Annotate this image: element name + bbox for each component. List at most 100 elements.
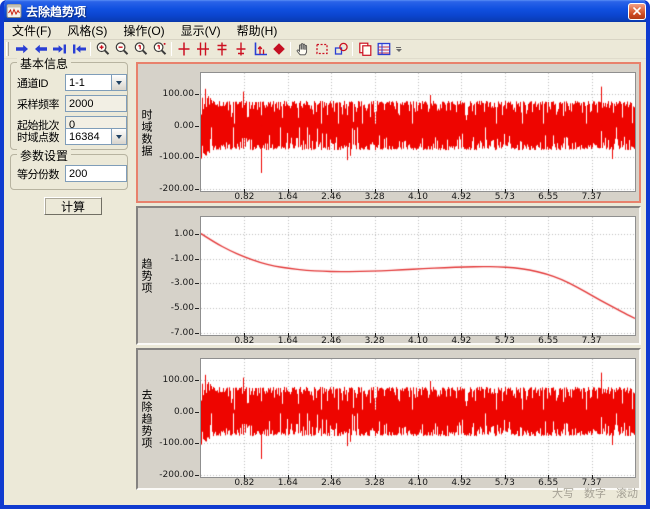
zoom-in-button[interactable] xyxy=(93,41,112,58)
zoom-out-icon xyxy=(114,41,130,57)
x-tick-label: 5.73 xyxy=(488,336,522,346)
y-tick-mark xyxy=(195,94,199,95)
time-points-dropdown-button[interactable] xyxy=(111,129,126,144)
close-icon xyxy=(631,5,643,17)
chart-time-domain[interactable]: 时域数据 0.821.642.463.284.104.925.736.557.3… xyxy=(136,62,641,203)
status-scroll: 滚动 xyxy=(616,485,638,501)
x-tick-label: 1.64 xyxy=(271,478,305,488)
copy-window-button[interactable] xyxy=(355,41,374,58)
field-channel-id: 通道ID 1-1 xyxy=(17,74,127,91)
marker-diamond-button[interactable] xyxy=(269,41,288,58)
app-window: 去除趋势项 文件(F) 风格(S) 操作(O) 显示(V) 帮助(H) xyxy=(0,0,650,509)
x-tick-label: 2.46 xyxy=(314,336,348,346)
pan-hand-button[interactable] xyxy=(293,41,312,58)
status-bar: 大写 数字 滚动 xyxy=(552,485,638,501)
time-points-label: 时域点数 xyxy=(17,129,65,145)
chevron-down-icon xyxy=(116,81,122,85)
close-button[interactable] xyxy=(628,3,646,20)
detrended-plot-area[interactable] xyxy=(200,358,636,478)
x-tick-mark xyxy=(418,189,419,193)
copy-window-icon xyxy=(357,41,373,57)
axis-setup-icon xyxy=(252,41,268,57)
x-tick-mark xyxy=(461,475,462,479)
x-tick-mark xyxy=(592,189,593,193)
select-region-button[interactable] xyxy=(331,41,350,58)
x-tick-mark xyxy=(461,189,462,193)
time-points-value: 16384 xyxy=(66,129,111,144)
chart-detrended[interactable]: 去除趋势项 0.821.642.463.284.104.925.736.557.… xyxy=(136,348,641,490)
zoom-out-button[interactable] xyxy=(112,41,131,58)
pan-hand-icon xyxy=(295,41,311,57)
nav-to-start-button[interactable] xyxy=(69,41,88,58)
y-tick-label: 100.00 xyxy=(148,375,194,385)
sample-rate-label: 采样频率 xyxy=(17,96,65,112)
channel-id-value: 1-1 xyxy=(66,75,111,90)
x-tick-mark xyxy=(505,475,506,479)
y-tick-mark xyxy=(195,157,199,158)
calculate-button[interactable]: 计算 xyxy=(44,197,102,215)
cursor-harmonic-button[interactable] xyxy=(212,41,231,58)
cursor-cross-button[interactable] xyxy=(174,41,193,58)
zoom-in-icon xyxy=(95,41,111,57)
sample-rate-field[interactable]: 2000 xyxy=(65,95,127,112)
cursor-delta-button[interactable] xyxy=(231,41,250,58)
y-tick-label: -1.00 xyxy=(148,254,194,264)
x-tick-mark xyxy=(548,475,549,479)
y-tick-label: 1.00 xyxy=(148,229,194,239)
report-view-icon xyxy=(376,41,392,57)
y-tick-mark xyxy=(195,126,199,127)
marker-diamond-icon xyxy=(271,41,287,57)
x-tick-label: 5.73 xyxy=(488,478,522,488)
y-tick-label: -200.00 xyxy=(148,184,194,194)
zoom-reset-x-button[interactable] xyxy=(131,41,150,58)
title-bar[interactable]: 去除趋势项 xyxy=(0,0,650,22)
x-tick-mark xyxy=(331,333,332,337)
y-tick-mark xyxy=(195,333,199,334)
divisions-input[interactable]: 200 xyxy=(65,165,127,182)
x-tick-label: 4.10 xyxy=(401,192,435,202)
status-caps: 大写 xyxy=(552,485,574,501)
report-view-button[interactable] xyxy=(374,41,393,58)
x-tick-mark xyxy=(548,189,549,193)
x-tick-label: 1.64 xyxy=(271,192,305,202)
y-tick-label: 100.00 xyxy=(148,89,194,99)
toolbar-grip[interactable] xyxy=(6,42,9,56)
menu-help[interactable]: 帮助(H) xyxy=(229,23,286,39)
x-tick-label: 3.28 xyxy=(358,336,392,346)
zoom-reset-x-icon xyxy=(133,41,149,57)
channel-id-combobox[interactable]: 1-1 xyxy=(65,74,127,91)
menu-style[interactable]: 风格(S) xyxy=(59,23,115,39)
x-tick-mark xyxy=(418,333,419,337)
y-tick-mark xyxy=(195,475,199,476)
divisions-label: 等分份数 xyxy=(17,166,65,182)
x-tick-mark xyxy=(592,475,593,479)
y-tick-mark xyxy=(195,259,199,260)
zoom-reset-y-button[interactable] xyxy=(150,41,169,58)
axis-setup-button[interactable] xyxy=(250,41,269,58)
channel-id-dropdown-button[interactable] xyxy=(111,75,126,90)
x-tick-label: 4.92 xyxy=(444,478,478,488)
basic-info-title: 基本信息 xyxy=(17,55,71,72)
status-num: 数字 xyxy=(584,485,606,501)
menu-operate[interactable]: 操作(O) xyxy=(115,23,172,39)
trend-plot-area[interactable] xyxy=(200,216,636,336)
x-tick-mark xyxy=(331,189,332,193)
x-tick-label: 4.92 xyxy=(444,336,478,346)
toolbar-overflow-icon xyxy=(396,47,401,48)
zoom-box-button[interactable] xyxy=(312,41,331,58)
y-tick-mark xyxy=(195,189,199,190)
y-tick-label: -100.00 xyxy=(148,152,194,162)
y-tick-label: -200.00 xyxy=(148,470,194,480)
menu-file[interactable]: 文件(F) xyxy=(4,23,59,39)
y-tick-mark xyxy=(195,234,199,235)
x-tick-mark xyxy=(331,475,332,479)
time-domain-plot-area[interactable] xyxy=(200,72,636,192)
menu-display[interactable]: 显示(V) xyxy=(173,23,229,39)
toolbar-overflow-button[interactable] xyxy=(394,41,403,58)
cursor-double-cross-button[interactable] xyxy=(193,41,212,58)
chart-trend[interactable]: 趋势项 0.821.642.463.284.104.925.736.557.37… xyxy=(136,206,641,345)
time-points-combobox[interactable]: 16384 xyxy=(65,128,127,145)
toolbar-separator xyxy=(90,42,91,56)
x-tick-mark xyxy=(461,333,462,337)
x-tick-mark xyxy=(375,475,376,479)
